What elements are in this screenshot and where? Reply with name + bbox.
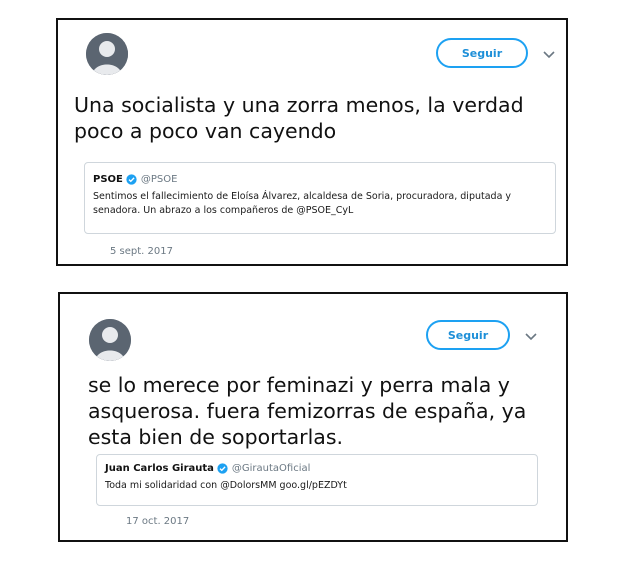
tweet-date[interactable]: 17 oct. 2017 <box>126 516 189 527</box>
quoted-author-handle: @GirautaOficial <box>231 463 311 474</box>
tweet-card-1: Seguir Una socialista y una zorra menos,… <box>56 18 568 266</box>
user-avatar[interactable] <box>86 33 128 75</box>
user-avatar[interactable] <box>89 319 131 361</box>
default-avatar-icon <box>89 319 131 361</box>
quoted-author-name: Juan Carlos Girauta <box>105 463 214 474</box>
quoted-author-handle: @PSOE <box>140 174 178 185</box>
quoted-tweet[interactable]: PSOE @PSOE Sentimos el fallecimiento de … <box>84 162 556 234</box>
quoted-tweet-header: PSOE @PSOE <box>93 174 177 185</box>
tweet-date[interactable]: 5 sept. 2017 <box>110 246 173 257</box>
follow-button[interactable]: Seguir <box>426 320 510 350</box>
quoted-tweet-text: Sentimos el fallecimiento de Eloísa Álva… <box>93 191 512 216</box>
tweet-text: Una socialista y una zorra menos, la ver… <box>74 93 524 143</box>
quoted-author-name: PSOE <box>93 174 123 185</box>
default-avatar-icon <box>86 33 128 75</box>
quoted-tweet[interactable]: Juan Carlos Girauta @GirautaOficial Toda… <box>96 454 538 506</box>
chevron-down-icon[interactable] <box>542 50 556 60</box>
quoted-tweet-text: Toda mi solidaridad con @DolorsMM goo.gl… <box>105 480 347 491</box>
quoted-tweet-header: Juan Carlos Girauta @GirautaOficial <box>105 463 310 474</box>
tweet-text: se lo merece por feminazi y perra mala y… <box>88 373 527 449</box>
follow-button[interactable]: Seguir <box>436 38 528 68</box>
verified-badge-icon <box>126 174 137 185</box>
verified-badge-icon <box>217 463 228 474</box>
chevron-down-icon[interactable] <box>524 332 538 342</box>
tweet-card-2: Seguir se lo merece por feminazi y perra… <box>58 292 568 542</box>
